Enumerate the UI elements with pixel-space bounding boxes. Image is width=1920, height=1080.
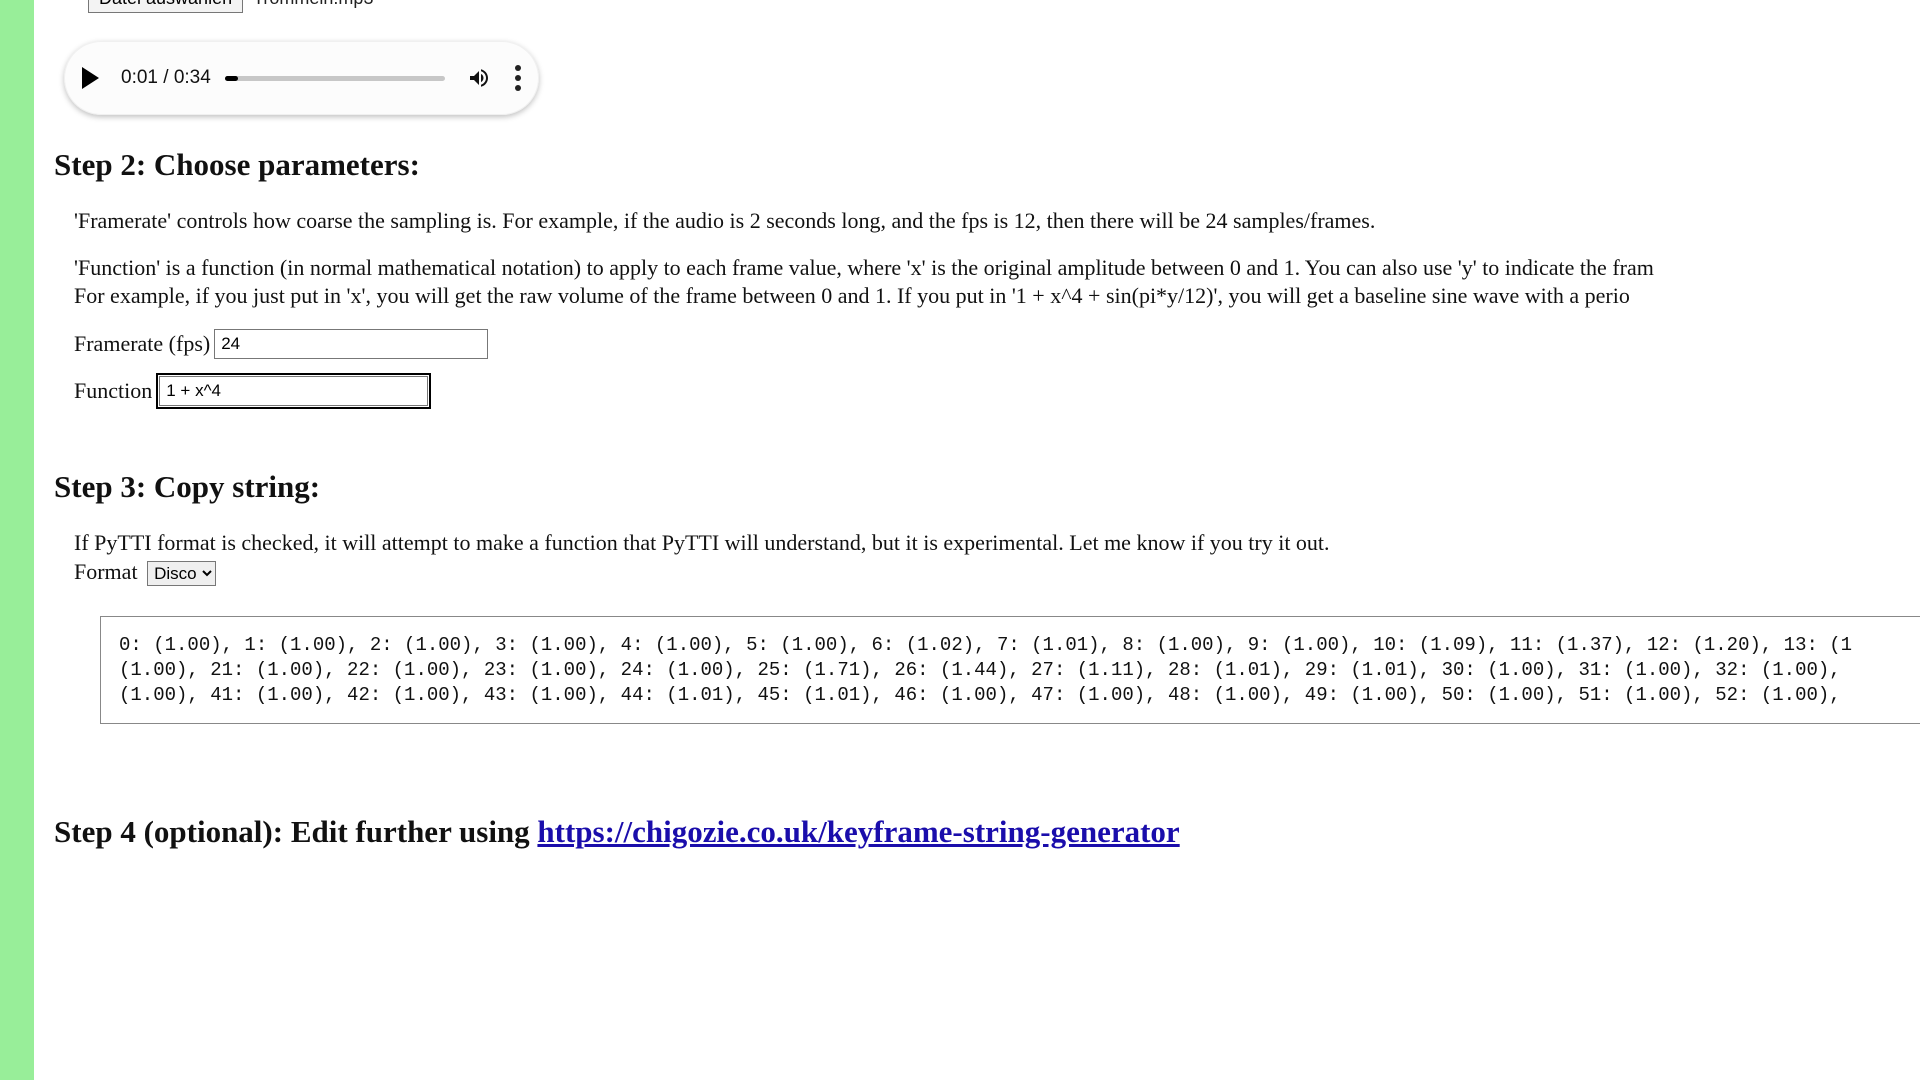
step2-para-function-2: For example, if you just put in 'x', you… — [74, 282, 1920, 311]
choose-file-button[interactable]: Datei auswählen — [88, 0, 243, 13]
left-accent-stripe — [0, 0, 34, 1080]
main-content: Datei auswählen Trommeln.mp3 0:01 / 0:34… — [54, 0, 1920, 874]
chosen-filename: Trommeln.mp3 — [253, 0, 373, 9]
output-string-box[interactable]: 0: (1.00), 1: (1.00), 2: (1.00), 3: (1.0… — [100, 616, 1920, 724]
step2-para-function-1: 'Function' is a function (in normal math… — [74, 254, 1920, 283]
keyframe-generator-link[interactable]: https://chigozie.co.uk/keyframe-string-g… — [537, 814, 1179, 849]
step3-heading: Step 3: Copy string: — [54, 469, 1920, 505]
format-select[interactable]: Disco — [147, 561, 216, 586]
format-label: Format — [74, 559, 143, 584]
output-line-2: (1.00), 21: (1.00), 22: (1.00), 23: (1.0… — [119, 659, 1841, 681]
step4-heading: Step 4 (optional): Edit further using ht… — [54, 814, 1920, 850]
audio-time-display: 0:01 / 0:34 — [121, 67, 211, 89]
step2-para-framerate: 'Framerate' controls how coarse the samp… — [74, 207, 1920, 236]
function-label: Function — [74, 378, 152, 404]
audio-player: 0:01 / 0:34 — [64, 41, 539, 115]
volume-icon[interactable] — [467, 66, 491, 90]
step3-para: If PyTTI format is checked, it will atte… — [74, 529, 1920, 558]
file-chooser: Datei auswählen Trommeln.mp3 — [88, 0, 373, 13]
audio-seek-track[interactable] — [225, 76, 445, 81]
function-input[interactable] — [159, 376, 428, 406]
fps-input[interactable] — [214, 329, 488, 359]
play-icon[interactable] — [82, 67, 99, 89]
output-line-1: 0: (1.00), 1: (1.00), 2: (1.00), 3: (1.0… — [119, 634, 1852, 656]
step4-heading-prefix: Step 4 (optional): Edit further using — [54, 814, 537, 849]
more-options-icon[interactable] — [515, 65, 521, 91]
fps-label: Framerate (fps) — [74, 331, 210, 357]
step2-heading: Step 2: Choose parameters: — [54, 147, 1920, 183]
output-line-3: (1.00), 41: (1.00), 42: (1.00), 43: (1.0… — [119, 684, 1841, 706]
audio-seek-progress — [225, 76, 238, 81]
